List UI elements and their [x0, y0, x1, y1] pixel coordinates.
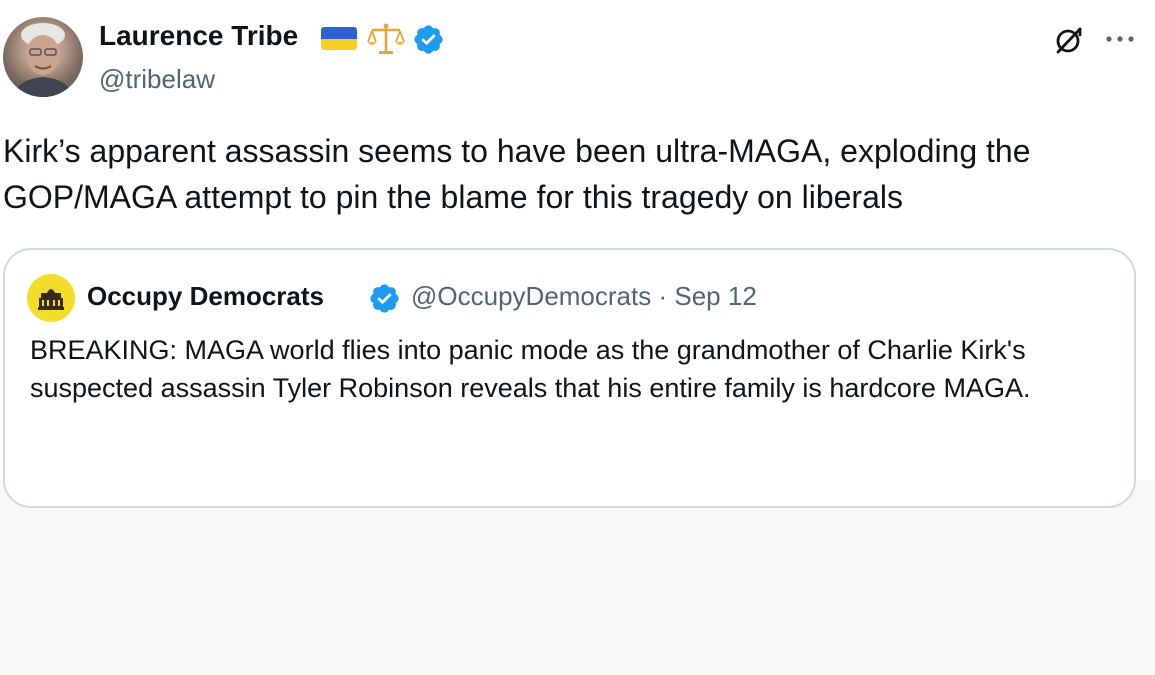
quoted-meta: @OccupyDemocrats · Sep 12: [411, 281, 757, 312]
quoted-author-name[interactable]: Occupy Democrats: [87, 281, 324, 312]
balance-scale-icon: [367, 23, 405, 54]
meta-separator: ·: [658, 281, 668, 311]
tweet-text: Kirk’s apparent assassin seems to have b…: [3, 133, 1031, 215]
more-options-icon[interactable]: [1103, 27, 1137, 51]
flag-ukraine-icon: [321, 27, 357, 50]
author-handle[interactable]: @tribelaw: [99, 64, 215, 95]
quoted-tweet-text: BREAKING: MAGA world flies into panic mo…: [30, 335, 1031, 403]
author-avatar[interactable]: [3, 17, 83, 97]
author-name[interactable]: Laurence Tribe: [99, 20, 298, 52]
empty-area: [0, 480, 1155, 675]
quoted-author-handle[interactable]: @OccupyDemocrats: [411, 281, 651, 311]
verified-badge-icon[interactable]: [368, 282, 401, 315]
quoted-author-avatar[interactable]: [27, 274, 75, 322]
quoted-date[interactable]: Sep 12: [674, 281, 756, 311]
grok-icon[interactable]: [1053, 24, 1085, 56]
verified-badge-icon[interactable]: [412, 23, 445, 56]
